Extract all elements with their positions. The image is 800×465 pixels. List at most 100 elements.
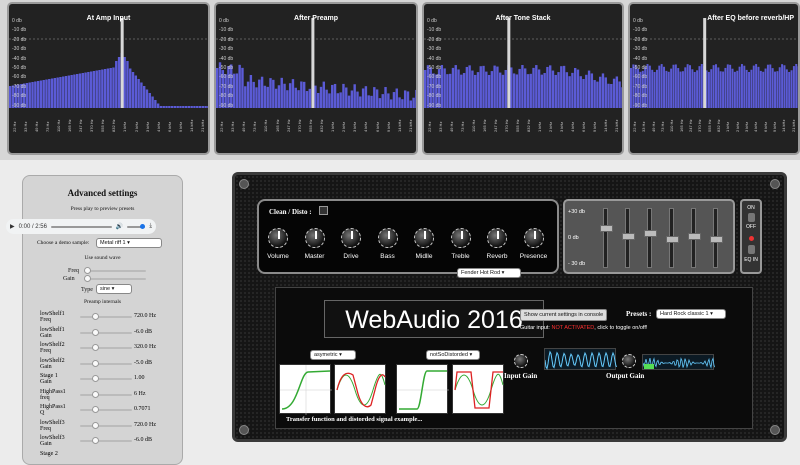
fader-cap[interactable] (710, 235, 723, 243)
spectrum-bar (145, 89, 149, 108)
knob-dial[interactable] (304, 228, 325, 248)
knob-label: Bass (380, 253, 395, 260)
param-value: 720.0 Hz (134, 421, 156, 428)
param-slider[interactable] (80, 375, 132, 382)
knob-midlle[interactable]: Midlle (408, 228, 440, 260)
slider-knob[interactable] (92, 406, 99, 413)
volume-knob[interactable] (140, 223, 146, 229)
knob-bass[interactable]: Bass (372, 228, 404, 260)
spectrum-bar (59, 77, 62, 108)
show-settings-button[interactable]: Show current settings in console (520, 309, 608, 321)
slider-knob[interactable] (92, 390, 99, 398)
param-slider[interactable] (80, 406, 132, 413)
knob-reverb[interactable]: Reverb (481, 228, 513, 260)
spectrum-bar (322, 81, 326, 108)
spectrum-bar (487, 74, 491, 108)
curve-select-1[interactable]: asymetric ▾ (310, 350, 356, 360)
fader-cap[interactable] (666, 235, 679, 243)
seek-bar[interactable] (50, 225, 112, 228)
knob-master[interactable]: Master (299, 228, 331, 260)
slider-knob[interactable] (84, 275, 91, 282)
eq-fader[interactable] (688, 208, 701, 268)
param-slider[interactable] (80, 390, 132, 398)
knob-dial[interactable] (523, 228, 544, 248)
knob-treble[interactable]: Treble (445, 228, 477, 260)
fader-cap[interactable] (622, 232, 635, 240)
guitar-input-toggle[interactable]: Guitar input: NOT ACTIVATED, click to to… (520, 325, 647, 331)
audio-player[interactable]: ▶ 0:00 / 2:56 🔊 ⤓ (6, 219, 156, 234)
slider-knob[interactable] (92, 313, 99, 320)
param-slider[interactable] (80, 421, 132, 429)
output-gain-knob[interactable] (622, 354, 636, 368)
hz-tick-label: 370 Hz (89, 119, 95, 132)
spectrum-bar (255, 87, 258, 108)
spectrum-bar (795, 64, 798, 108)
eq-fader[interactable] (622, 208, 635, 268)
play-icon[interactable]: ▶ (10, 223, 15, 230)
chevron-down-icon: ▾ (501, 270, 505, 276)
knob-volume[interactable]: Volume (262, 228, 294, 260)
download-icon[interactable]: ⤓ (149, 223, 152, 230)
slider-knob[interactable] (92, 359, 99, 367)
param-slider[interactable] (80, 344, 132, 351)
param-slider[interactable] (80, 328, 132, 336)
spectrum-bar (549, 65, 552, 108)
slider-knob[interactable] (92, 328, 99, 336)
volume-slider[interactable] (127, 223, 146, 229)
power-toggle[interactable] (748, 213, 755, 222)
slider-knob[interactable] (92, 375, 99, 382)
eq-fader[interactable] (600, 208, 613, 268)
param-slider[interactable] (80, 359, 132, 367)
hz-tick-label: 3 kHz (559, 121, 564, 132)
knob-dial[interactable] (377, 228, 398, 248)
wave-type-select[interactable]: sine ▾ (96, 284, 132, 294)
knob-dial[interactable] (268, 228, 288, 248)
volume-icon[interactable]: 🔊 (116, 223, 123, 230)
presets-select[interactable]: Hard Rock classic 1 ▾ (656, 309, 726, 319)
screw (239, 425, 249, 435)
hz-tick-label: 3 kHz (144, 121, 150, 132)
eq-fader[interactable] (666, 208, 679, 268)
eq-fader[interactable] (644, 208, 657, 268)
knob-dial[interactable] (341, 228, 361, 248)
freq-slider[interactable] (84, 267, 146, 274)
slider-knob[interactable] (92, 437, 99, 444)
distorted-signal-graph-2 (452, 364, 504, 414)
slider-knob[interactable] (84, 267, 91, 274)
eq-fader[interactable] (710, 208, 723, 268)
hz-tick-label: 832 Hz (111, 119, 117, 132)
eq-label-top: +30 db (568, 209, 585, 215)
fader-cap[interactable] (600, 224, 613, 232)
param-slider[interactable] (80, 313, 132, 320)
knob-presence[interactable]: Presence (518, 228, 550, 260)
spectrum-bar (774, 71, 776, 108)
slider-knob[interactable] (92, 421, 99, 429)
knob-drive[interactable]: Drive (335, 228, 367, 260)
knob-dial[interactable] (414, 228, 434, 248)
distortion-select[interactable]: Fender Hot Rod ▾ (457, 268, 521, 278)
guitar-input-suffix: , click to toggle on/off! (594, 325, 648, 331)
input-gain-knob[interactable] (514, 354, 528, 368)
param-label: lowShelf3 Gain (40, 435, 65, 447)
spectrum-bar (766, 64, 769, 108)
spectrum-bar (398, 97, 401, 108)
curve-select-2[interactable]: notSoDistorded ▾ (426, 350, 480, 360)
spectrum-bar (674, 64, 677, 108)
param-slider[interactable] (80, 437, 132, 444)
spectrum-bar (184, 106, 188, 108)
spectrum-bar (302, 81, 306, 108)
clean-disto-toggle[interactable] (319, 206, 328, 215)
gain-slider[interactable] (84, 275, 146, 282)
spectrum-bar (193, 106, 196, 108)
slider-knob[interactable] (92, 344, 99, 351)
knob-dial[interactable] (450, 228, 471, 248)
spectrum-bar (151, 96, 154, 108)
knob-dial[interactable] (487, 228, 507, 248)
fader-cap[interactable] (688, 232, 701, 240)
fader-cap[interactable] (644, 230, 657, 238)
demo-sample-select[interactable]: Metal riff 1 ▾ (96, 238, 162, 248)
spectrum-bar (115, 61, 118, 108)
spectrum-bar (92, 71, 96, 108)
spectrum-bar (686, 64, 689, 108)
eq-toggle[interactable] (748, 245, 755, 254)
